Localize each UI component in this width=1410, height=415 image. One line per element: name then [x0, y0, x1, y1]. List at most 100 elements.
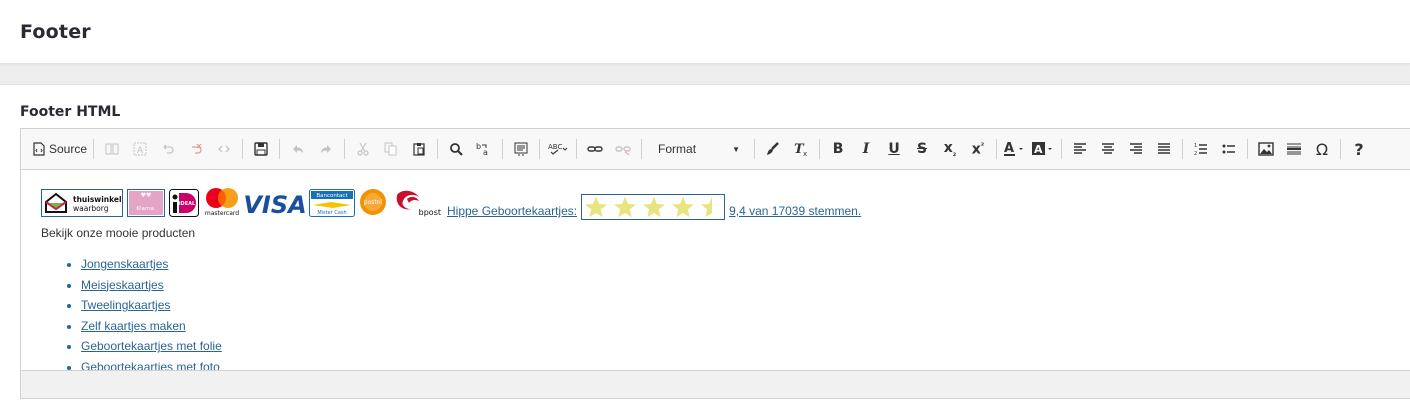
- product-link[interactable]: Meisjeskaartjes: [81, 278, 164, 292]
- toolbar-separator: [437, 139, 439, 159]
- redo-button[interactable]: [314, 137, 338, 161]
- link-button[interactable]: [583, 137, 607, 161]
- background-color-button[interactable]: A: [1031, 137, 1055, 161]
- horizontal-line-icon: [1287, 143, 1302, 155]
- ideal-logo[interactable]: iDEAL: [169, 189, 199, 220]
- toolbar-separator: [1061, 139, 1063, 159]
- svg-text:♥♥: ♥♥: [141, 192, 152, 199]
- cut-button[interactable]: [351, 137, 375, 161]
- rating-text-link[interactable]: 9,4 van 17039 stemmen.: [729, 204, 861, 218]
- paste-icon: [413, 143, 425, 156]
- klarna-label: Klarna.: [136, 206, 156, 212]
- strike-button[interactable]: S: [910, 137, 934, 161]
- undo-button[interactable]: [286, 137, 310, 161]
- show-blocks-button[interactable]: [509, 137, 533, 161]
- help-icon: ?: [1354, 139, 1364, 159]
- show-blocks-icon: [514, 142, 528, 156]
- templates-icon: [105, 143, 119, 155]
- image-button[interactable]: [1254, 137, 1278, 161]
- rating-stars[interactable]: [581, 194, 726, 220]
- source-icon: [33, 142, 45, 156]
- toolbar-separator: [754, 139, 756, 159]
- list-item: Geboortekaartjes met folie: [81, 336, 1410, 357]
- code-icon: [218, 145, 230, 153]
- product-link[interactable]: Zelf kaartjes maken: [81, 319, 186, 333]
- product-link[interactable]: Jongenskaartjes: [81, 257, 168, 271]
- klarna-logo[interactable]: ♥♥ Klarna.: [127, 189, 165, 220]
- list-item: Tweelingkaartjes: [81, 295, 1410, 316]
- bold-button[interactable]: B: [826, 137, 850, 161]
- special-char-button[interactable]: Ω: [1310, 137, 1334, 161]
- chevron-down-icon: ▼: [732, 144, 741, 154]
- toolbar-separator: [344, 139, 346, 159]
- horizontal-line-button[interactable]: [1282, 137, 1306, 161]
- svg-text:A: A: [1034, 143, 1043, 156]
- paste-button[interactable]: [407, 137, 431, 161]
- bancontact-logo[interactable]: Bancontact Mister Cash: [309, 189, 355, 220]
- align-center-button[interactable]: [1096, 137, 1120, 161]
- editor-content[interactable]: thuiswinkel waarborg ♥♥ Klarna. iDEAL ma…: [21, 170, 1410, 371]
- source-button[interactable]: Source: [33, 137, 87, 161]
- thuiswinkel-logo[interactable]: thuiswinkel waarborg: [41, 189, 123, 220]
- underline-button[interactable]: U: [882, 137, 906, 161]
- mastercard-logo[interactable]: mastercard: [203, 187, 241, 220]
- rating-star: [643, 196, 666, 218]
- italic-icon: I: [862, 141, 870, 157]
- select-all-button[interactable]: A: [128, 137, 152, 161]
- justify-button[interactable]: [1152, 137, 1176, 161]
- visa-label: VISA: [245, 191, 305, 217]
- editor-statusbar: [21, 370, 1410, 398]
- numbered-list-button[interactable]: 12: [1189, 137, 1213, 161]
- numbered-list-icon: 12: [1194, 143, 1208, 156]
- list-item: Zelf kaartjes maken: [81, 316, 1410, 337]
- product-link[interactable]: Tweelingkaartjes: [81, 298, 170, 312]
- copy-icon: [384, 142, 397, 156]
- postnl-label: postnl: [364, 199, 383, 206]
- rating-star: [701, 196, 713, 218]
- find-button[interactable]: [444, 137, 468, 161]
- svg-text:ABC: ABC: [548, 143, 562, 151]
- link-icon: [587, 146, 603, 152]
- remove-format-button[interactable]: Tx: [789, 137, 813, 161]
- italic-button[interactable]: I: [854, 137, 878, 161]
- remove-button[interactable]: [184, 137, 208, 161]
- section-label: Footer HTML: [20, 104, 121, 120]
- align-left-button[interactable]: [1068, 137, 1092, 161]
- toolbar-separator: [539, 139, 541, 159]
- bpost-label: bpost: [419, 208, 441, 217]
- subscript-button[interactable]: x₂: [938, 137, 962, 161]
- toolbar-separator: [819, 139, 821, 159]
- copy-format-button[interactable]: [761, 137, 785, 161]
- code-button[interactable]: [212, 137, 236, 161]
- thuiswinkel-line1: thuiswinkel: [73, 195, 122, 204]
- postnl-logo[interactable]: postnl: [359, 187, 387, 220]
- templates-button[interactable]: [100, 137, 124, 161]
- undo-alt-icon: [163, 144, 174, 154]
- subscript-icon: x₂: [943, 140, 957, 158]
- svg-text:b: b: [476, 142, 481, 151]
- bulleted-list-button[interactable]: [1217, 137, 1241, 161]
- align-right-button[interactable]: [1124, 137, 1148, 161]
- undo-alt-button[interactable]: [156, 137, 180, 161]
- visa-logo[interactable]: VISA: [243, 191, 306, 220]
- copy-button[interactable]: [379, 137, 403, 161]
- toolbar-separator: [641, 139, 643, 159]
- text-color-icon: A: [1004, 141, 1024, 156]
- intro-text: Bekijk onze mooie producten: [41, 226, 196, 240]
- product-link[interactable]: Geboortekaartjes met folie: [81, 339, 222, 353]
- format-label: Format: [658, 142, 697, 156]
- bancontact-line1: Bancontact: [316, 193, 348, 199]
- spellcheck-button[interactable]: ABC: [546, 137, 570, 161]
- svg-text:1: 1: [1194, 143, 1197, 149]
- superscript-button[interactable]: x²: [966, 137, 990, 161]
- replace-button[interactable]: ba: [472, 137, 496, 161]
- rating-link-prefix[interactable]: Hippe Geboortekaartjes:: [447, 204, 577, 218]
- text-color-button[interactable]: A: [1003, 137, 1027, 161]
- save-button[interactable]: [249, 137, 273, 161]
- help-button[interactable]: ?: [1347, 137, 1371, 161]
- format-dropdown[interactable]: Format ▼: [650, 137, 746, 161]
- unlink-button[interactable]: [611, 137, 635, 161]
- bpost-logo[interactable]: bpost: [391, 187, 443, 220]
- align-center-icon: [1102, 143, 1115, 154]
- unlink-icon: [615, 146, 631, 156]
